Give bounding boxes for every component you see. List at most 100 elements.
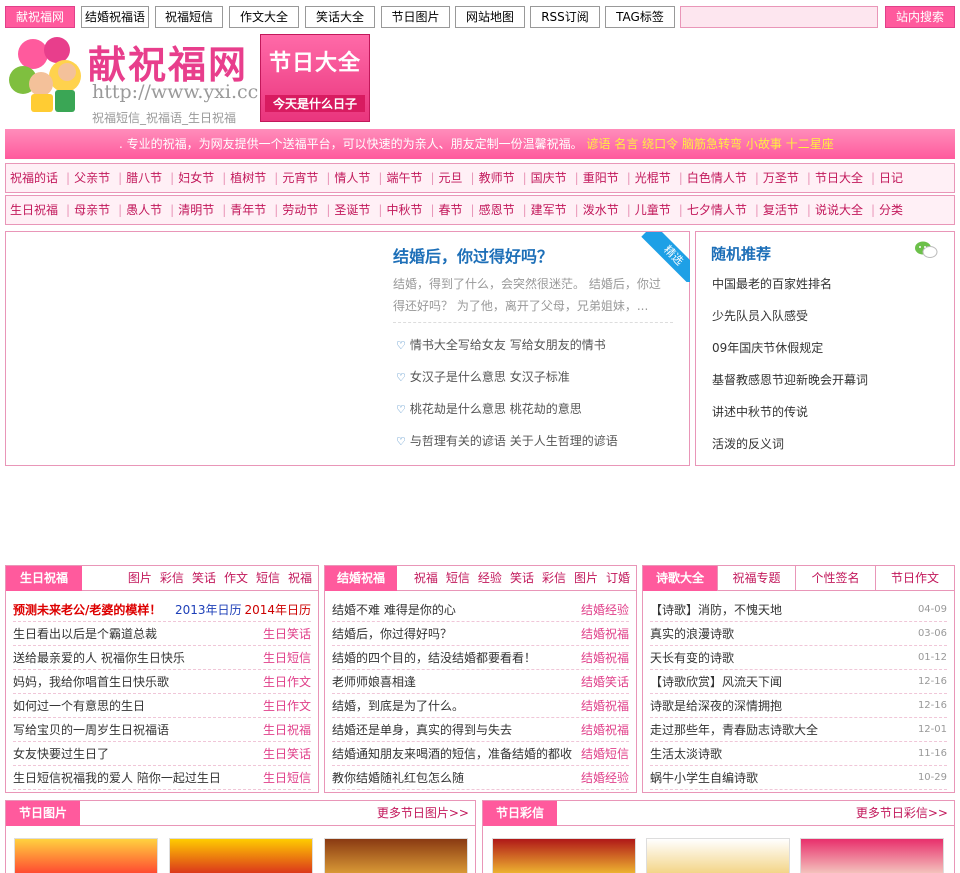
category-link[interactable]: 白色情人节 [683, 164, 755, 192]
category-link[interactable]: 妇女节 [174, 164, 222, 192]
panel-link[interactable]: 彩信 [160, 571, 184, 585]
list-item-category[interactable]: 结婚短信 [581, 742, 629, 766]
list-item-category[interactable]: 生日笑话 [263, 622, 311, 646]
list-item-title[interactable]: 结婚的四个目的，结没结婚都要看看！ [332, 651, 536, 665]
list-item-title[interactable]: 结婚，到底是为了什么。 [332, 699, 464, 713]
featured-title[interactable]: 结婚后，你过得好吗？ [393, 243, 553, 267]
nav-pictures[interactable]: 节日图片 [381, 6, 450, 28]
list-item-category[interactable]: 结婚笑话 [581, 670, 629, 694]
holiday-mms-tab[interactable]: 节日彩信 [483, 801, 557, 826]
list-item-category[interactable]: 结婚祝福 [581, 622, 629, 646]
list-item-title[interactable]: 妈妈，我给你唱首生日快乐歌 [13, 675, 169, 689]
list-item[interactable]: 老师师娘喜相逢 结婚笑话 [332, 670, 629, 694]
random-item[interactable]: 讲述中秋节的传说 [712, 403, 808, 420]
list-item-title[interactable]: 老师师娘喜相逢 [332, 675, 416, 689]
list-item-category[interactable]: 结婚经验 [581, 598, 629, 622]
nav-essay[interactable]: 作文大全 [229, 6, 299, 28]
list-item-title[interactable]: 诗歌是给深夜的深情拥抱 [650, 699, 782, 713]
list-item-category[interactable]: 生日短信 [263, 766, 311, 790]
list-item[interactable]: 诗歌是给深夜的深情拥抱 12-16 [650, 694, 947, 718]
panel-link[interactable]: 图片 [574, 571, 598, 585]
list-item[interactable]: 真实的浪漫诗歌 03-06 [650, 622, 947, 646]
list-item-category[interactable]: 生日祝福 [263, 718, 311, 742]
tab-holiday-essay[interactable]: 节日作文 [876, 566, 954, 591]
category-link[interactable]: 分类 [875, 196, 911, 224]
list-item-title[interactable]: 写给宝贝的一周岁生日祝福语 [13, 723, 169, 737]
list-item-title[interactable]: 结婚通知朋友来喝酒的短信，准备结婚的都收 [332, 747, 572, 761]
intro-link[interactable]: 名言 [614, 137, 638, 151]
featured-link[interactable]: ♡ 女汉子是什么意思 女汉子标准 [396, 368, 570, 385]
list-item-title[interactable]: 送给最亲爱的人 祝福你生日快乐 [13, 651, 185, 665]
nav-jokes[interactable]: 笑话大全 [305, 6, 375, 28]
featured-link[interactable]: ♡ 桃花劫是什么意思 桃花劫的意思 [396, 400, 582, 417]
list-item[interactable]: 结婚不难 难得是你的心 结婚经验 [332, 598, 629, 622]
list-item-category[interactable]: 生日作文 [263, 670, 311, 694]
list-item[interactable]: 生日短信祝福我的爱人 陪你一起过生日 生日短信 [13, 766, 311, 790]
list-item[interactable]: 【诗歌欣赏】风流天下闻 12-16 [650, 670, 947, 694]
list-item-title[interactable]: 结婚还是单身，真实的得到与失去 [332, 723, 512, 737]
category-link[interactable]: 愚人节 [122, 196, 170, 224]
category-link[interactable]: 元宵节 [278, 164, 326, 192]
category-link[interactable]: 万圣节 [759, 164, 807, 192]
nav-wedding[interactable]: 结婚祝福语 [81, 6, 149, 28]
tab-signature[interactable]: 个性签名 [796, 566, 876, 591]
list-item[interactable]: 结婚通知朋友来喝酒的短信，准备结婚的都收 结婚短信 [332, 742, 629, 766]
category-link[interactable]: 春节 [435, 196, 471, 224]
list-item-title[interactable]: 天长有变的诗歌 [650, 651, 734, 665]
category-link[interactable]: 情人节 [330, 164, 378, 192]
featured-link[interactable]: ♡ 情书大全写给女友 写给女朋友的情书 [396, 336, 606, 353]
category-link[interactable]: 祝福的话 [6, 164, 66, 192]
holiday-banner[interactable]: 节日大全 今天是什么日子 [260, 34, 370, 122]
category-link[interactable]: 清明节 [174, 196, 222, 224]
list-item[interactable]: 结婚还是单身，真实的得到与失去 结婚祝福 [332, 718, 629, 742]
list-item-title[interactable]: 结婚不难 难得是你的心 [332, 603, 456, 617]
panel-link[interactable]: 短信 [256, 571, 280, 585]
list-item[interactable]: 生活太淡诗歌 11-16 [650, 742, 947, 766]
random-item[interactable]: 中国最老的百家姓排名 [712, 275, 832, 292]
category-link[interactable]: 元旦 [435, 164, 471, 192]
category-link[interactable]: 说说大全 [811, 196, 871, 224]
list-item[interactable]: 【诗歌】消防，不愧天地 04-09 [650, 598, 947, 622]
list-item[interactable]: 教你结婚随礼红包怎么随 结婚经验 [332, 766, 629, 790]
search-input[interactable] [680, 6, 878, 28]
category-link[interactable]: 劳动节 [278, 196, 326, 224]
list-item-category[interactable]: 结婚祝福 [581, 694, 629, 718]
panel-link[interactable]: 祝福 [414, 571, 438, 585]
category-link[interactable]: 七夕情人节 [683, 196, 755, 224]
category-link[interactable]: 感恩节 [475, 196, 523, 224]
more-holiday-mms-link[interactable]: 更多节日彩信>> [856, 801, 948, 826]
holiday-picture-thumb[interactable] [14, 838, 158, 873]
holiday-picture-thumb[interactable] [324, 838, 468, 873]
list-item-category[interactable]: 生日短信 [263, 646, 311, 670]
nav-rss[interactable]: RSS订阅 [530, 6, 600, 28]
more-holiday-pictures-link[interactable]: 更多节日图片>> [377, 801, 469, 826]
birthday-tab[interactable]: 生日祝福 [6, 566, 82, 591]
list-item-title[interactable]: 教你结婚随礼红包怎么随 [332, 771, 464, 785]
category-link[interactable]: 生日祝福 [6, 196, 66, 224]
category-link[interactable]: 植树节 [226, 164, 274, 192]
list-item-category[interactable]: 生日作文 [263, 694, 311, 718]
intro-link[interactable]: 脑筋急转弯 [682, 137, 742, 151]
random-item[interactable]: 09年国庆节休假规定 [712, 339, 823, 356]
panel-link[interactable]: 祝福 [288, 571, 312, 585]
intro-link[interactable]: 绕口令 [642, 137, 678, 151]
panel-link[interactable]: 图片 [128, 571, 152, 585]
random-item[interactable]: 少先队员入队感受 [712, 307, 808, 324]
holiday-mms-thumb[interactable] [646, 838, 790, 873]
intro-link[interactable]: 十二星座 [786, 137, 834, 151]
list-item-title[interactable]: 【诗歌】消防，不愧天地 [650, 603, 782, 617]
panel-link[interactable]: 笑话 [510, 571, 534, 585]
calendar-2013-link[interactable]: 2013年日历 [175, 598, 242, 622]
list-item-title[interactable]: 生活太淡诗歌 [650, 747, 722, 761]
list-item-category[interactable]: 生日笑话 [263, 742, 311, 766]
category-link[interactable]: 建军节 [527, 196, 575, 224]
tab-blessing[interactable]: 祝福专题 [718, 566, 796, 591]
list-item[interactable]: 结婚，到底是为了什么。 结婚祝福 [332, 694, 629, 718]
wechat-icon[interactable] [914, 240, 938, 260]
random-item[interactable]: 活泼的反义词 [712, 435, 784, 452]
category-link[interactable]: 儿童节 [631, 196, 679, 224]
category-link[interactable]: 泼水节 [579, 196, 627, 224]
list-item[interactable]: 女友快要过生日了 生日笑话 [13, 742, 311, 766]
list-item-title[interactable]: 走过那些年，青春励志诗歌大全 [650, 723, 818, 737]
nav-tag[interactable]: TAG标签 [605, 6, 675, 28]
